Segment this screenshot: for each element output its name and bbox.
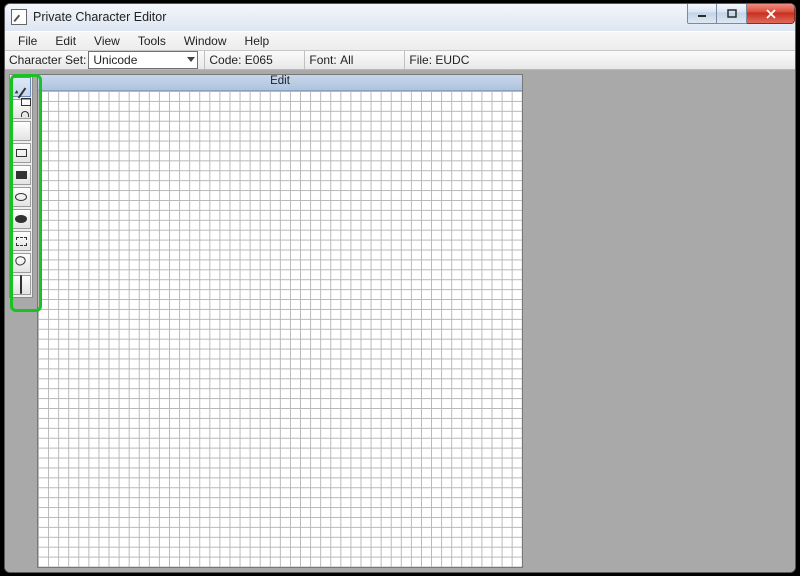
select-free-icon xyxy=(14,254,28,273)
close-button[interactable] xyxy=(747,4,795,24)
edit-panel: Edit xyxy=(37,74,523,568)
charset-label: Character Set: xyxy=(9,53,88,67)
tool-ellipse[interactable] xyxy=(11,187,31,207)
file-value: EUDC xyxy=(435,53,469,67)
menu-tools[interactable]: Tools xyxy=(129,32,175,50)
tool-pencil[interactable] xyxy=(11,77,31,97)
edit-panel-caption: Edit xyxy=(38,75,522,91)
tool-line[interactable] xyxy=(11,121,31,141)
code-value: E065 xyxy=(245,53,273,67)
menu-edit[interactable]: Edit xyxy=(46,32,85,50)
app-icon xyxy=(11,9,27,25)
minimize-button[interactable] xyxy=(687,4,717,24)
title-bar[interactable]: Private Character Editor xyxy=(5,4,795,31)
code-label: Code: xyxy=(209,53,241,67)
chevron-down-icon xyxy=(187,57,195,62)
window-controls xyxy=(687,4,795,24)
rectangle-icon xyxy=(16,149,27,157)
charset-select[interactable]: Unicode xyxy=(88,51,198,69)
app-window: Private Character Editor File Edit View … xyxy=(4,3,796,573)
pixel-grid[interactable] xyxy=(38,91,522,567)
maximize-icon xyxy=(727,9,737,19)
info-bar: Character Set: Unicode Code: E065 Font: … xyxy=(5,51,795,70)
font-cell: Font: All xyxy=(304,51,404,69)
menu-view[interactable]: View xyxy=(85,32,129,50)
client-area: Edit xyxy=(5,70,795,572)
font-value: All xyxy=(340,53,353,67)
filled-rectangle-icon xyxy=(16,171,27,179)
charset-value: Unicode xyxy=(93,53,137,67)
tool-select-free[interactable] xyxy=(11,253,31,273)
menu-help[interactable]: Help xyxy=(236,32,279,50)
menu-window[interactable]: Window xyxy=(175,32,236,50)
menu-bar: File Edit View Tools Window Help xyxy=(5,31,795,51)
maximize-button[interactable] xyxy=(717,4,747,24)
file-cell: File: EUDC xyxy=(404,51,504,69)
select-rect-icon xyxy=(16,237,27,246)
code-cell: Code: E065 xyxy=(204,51,304,69)
tool-filled-rectangle[interactable] xyxy=(11,165,31,185)
tool-palette xyxy=(9,74,33,298)
eraser-icon xyxy=(20,276,22,294)
tool-brush[interactable] xyxy=(11,99,31,119)
tool-rectangle[interactable] xyxy=(11,143,31,163)
window-title: Private Character Editor xyxy=(33,10,166,24)
close-icon xyxy=(765,9,777,19)
tool-select-rect[interactable] xyxy=(11,231,31,251)
tool-eraser[interactable] xyxy=(11,275,31,295)
minimize-icon xyxy=(697,9,707,19)
menu-file[interactable]: File xyxy=(9,32,46,50)
font-label: Font: xyxy=(309,53,336,67)
tool-filled-ellipse[interactable] xyxy=(11,209,31,229)
filled-ellipse-icon xyxy=(15,215,27,223)
file-label: File: xyxy=(409,53,432,67)
ellipse-icon xyxy=(15,193,27,201)
